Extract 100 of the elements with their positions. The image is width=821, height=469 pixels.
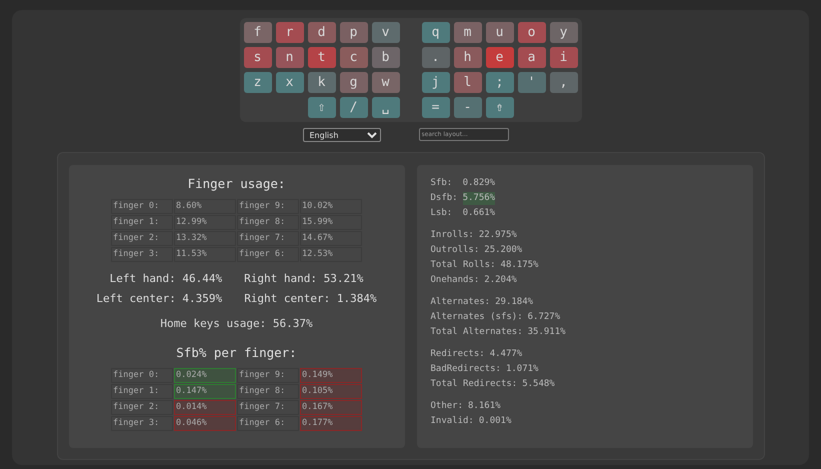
stat-label: Onehands: xyxy=(430,274,480,287)
table-cell: finger 0: xyxy=(111,368,173,383)
stat-label: Total Alternates: xyxy=(430,326,523,339)
key[interactable]: ⇧ xyxy=(308,97,336,118)
key[interactable]: a xyxy=(518,47,546,68)
table-cell: finger 3: xyxy=(111,246,173,262)
table-cell: 0.177% xyxy=(300,416,362,431)
stat-value: 1.071% xyxy=(506,363,538,376)
key[interactable]: v xyxy=(372,22,400,43)
stat-value: 48.175% xyxy=(500,259,538,272)
table-cell: finger 1: xyxy=(111,384,173,399)
key[interactable]: l xyxy=(454,72,482,93)
key[interactable]: x xyxy=(276,72,304,93)
stat-label: Total Rolls: xyxy=(430,259,496,272)
key[interactable]: = xyxy=(422,97,450,118)
language-select[interactable]: English xyxy=(302,128,380,142)
table-cell: finger 6: xyxy=(237,246,299,262)
stat-value: 0.001% xyxy=(478,415,512,428)
stat-value: 6.727% xyxy=(528,311,560,324)
key[interactable]: c xyxy=(340,47,368,68)
table-cell: 0.046% xyxy=(174,416,236,431)
stat-value: 8.161% xyxy=(468,400,501,413)
table-cell: 13.32% xyxy=(174,230,236,246)
key[interactable]: i xyxy=(550,47,578,68)
stat-value: 22.975% xyxy=(478,229,517,242)
key[interactable]: g xyxy=(340,72,368,93)
key[interactable]: - xyxy=(454,97,482,118)
stat-label: Total Redirects: xyxy=(430,378,518,391)
table-cell: 0.149% xyxy=(300,368,362,383)
key[interactable]: , xyxy=(550,72,578,93)
stat-value: 2.204% xyxy=(484,274,517,287)
stat-label: Outrolls: xyxy=(430,244,480,257)
table-cell: 8.60% xyxy=(174,198,236,214)
key[interactable]: n xyxy=(276,47,304,68)
key[interactable]: j xyxy=(422,72,450,93)
stat-label: Dsfb: xyxy=(430,192,458,205)
table-cell: finger 1: xyxy=(111,214,173,230)
key[interactable]: / xyxy=(340,97,368,118)
table-cell: 12.53% xyxy=(300,246,362,262)
table-cell: 0.167% xyxy=(300,400,362,415)
table-cell: 10.02% xyxy=(300,198,362,214)
key[interactable]: p xyxy=(340,22,368,43)
key[interactable]: f xyxy=(244,22,272,43)
table-cell: 14.67% xyxy=(300,230,362,246)
table-cell: finger 8: xyxy=(237,214,299,230)
table-cell: finger 2: xyxy=(111,400,173,415)
key[interactable]: q xyxy=(422,22,450,43)
stat-label: Alternates: xyxy=(430,296,490,309)
key[interactable]: ; xyxy=(486,72,514,93)
table-cell: 15.99% xyxy=(300,214,362,230)
hand-usage: Right hand: 53.21% xyxy=(244,270,364,287)
key[interactable]: s xyxy=(244,47,272,68)
stat-value: 0.829% xyxy=(462,177,496,190)
stat-value: 29.184% xyxy=(495,296,534,309)
stat-label: Redirects: xyxy=(430,348,485,361)
stat-label: Alternates (sfs): xyxy=(430,311,523,324)
key[interactable]: z xyxy=(244,72,272,93)
table-cell: finger 3: xyxy=(111,416,173,431)
key[interactable]: h xyxy=(454,47,482,68)
stat-value: 5.756% xyxy=(462,192,496,205)
table-cell: 0.024% xyxy=(174,368,236,383)
table-cell: 0.105% xyxy=(300,384,362,399)
key[interactable]: o xyxy=(518,22,546,43)
key[interactable]: y xyxy=(550,22,578,43)
table-cell: 11.53% xyxy=(174,246,236,262)
stat-value: 5.548% xyxy=(522,378,555,391)
stat-value: 25.200% xyxy=(484,244,522,257)
key[interactable]: m xyxy=(454,22,482,43)
section-title: Sfb% per finger: xyxy=(176,344,297,362)
key[interactable]: u xyxy=(486,22,514,43)
key[interactable]: b xyxy=(372,47,400,68)
home-keys-usage: Home keys usage: 56.37% xyxy=(160,316,313,332)
key[interactable]: t xyxy=(308,47,336,68)
stat-label: Invalid: xyxy=(430,415,474,428)
table-cell: 0.147% xyxy=(174,384,236,399)
key[interactable]: ⇮ xyxy=(486,97,514,118)
key[interactable]: r xyxy=(276,22,304,43)
table-cell: 12.99% xyxy=(174,214,236,230)
stat-label: Inrolls: xyxy=(430,229,474,242)
table-cell: finger 8: xyxy=(237,384,299,399)
table-cell: finger 7: xyxy=(237,400,299,415)
key[interactable]: . xyxy=(422,47,450,68)
table-cell: finger 2: xyxy=(111,230,173,246)
table-cell: finger 9: xyxy=(237,368,299,383)
table-cell: finger 9: xyxy=(237,198,299,214)
key[interactable]: k xyxy=(308,72,336,93)
hand-usage: Left hand: 46.44% xyxy=(110,270,222,287)
stat-label: Other: xyxy=(430,400,464,413)
key[interactable]: d xyxy=(308,22,336,43)
stat-label: Lsb: xyxy=(430,207,454,220)
key[interactable]: e xyxy=(486,47,514,68)
key[interactable]: ␣ xyxy=(372,97,400,118)
hand-usage: Left center: 4.359% xyxy=(96,291,222,308)
key[interactable]: ' xyxy=(518,72,546,93)
stat-label: BadRedirects: xyxy=(430,363,501,376)
table-cell: finger 0: xyxy=(111,198,173,214)
stat-value: 4.477% xyxy=(490,348,522,361)
key[interactable]: w xyxy=(372,72,400,93)
table-cell: finger 7: xyxy=(237,230,299,246)
stat-value: 35.911% xyxy=(528,326,566,339)
